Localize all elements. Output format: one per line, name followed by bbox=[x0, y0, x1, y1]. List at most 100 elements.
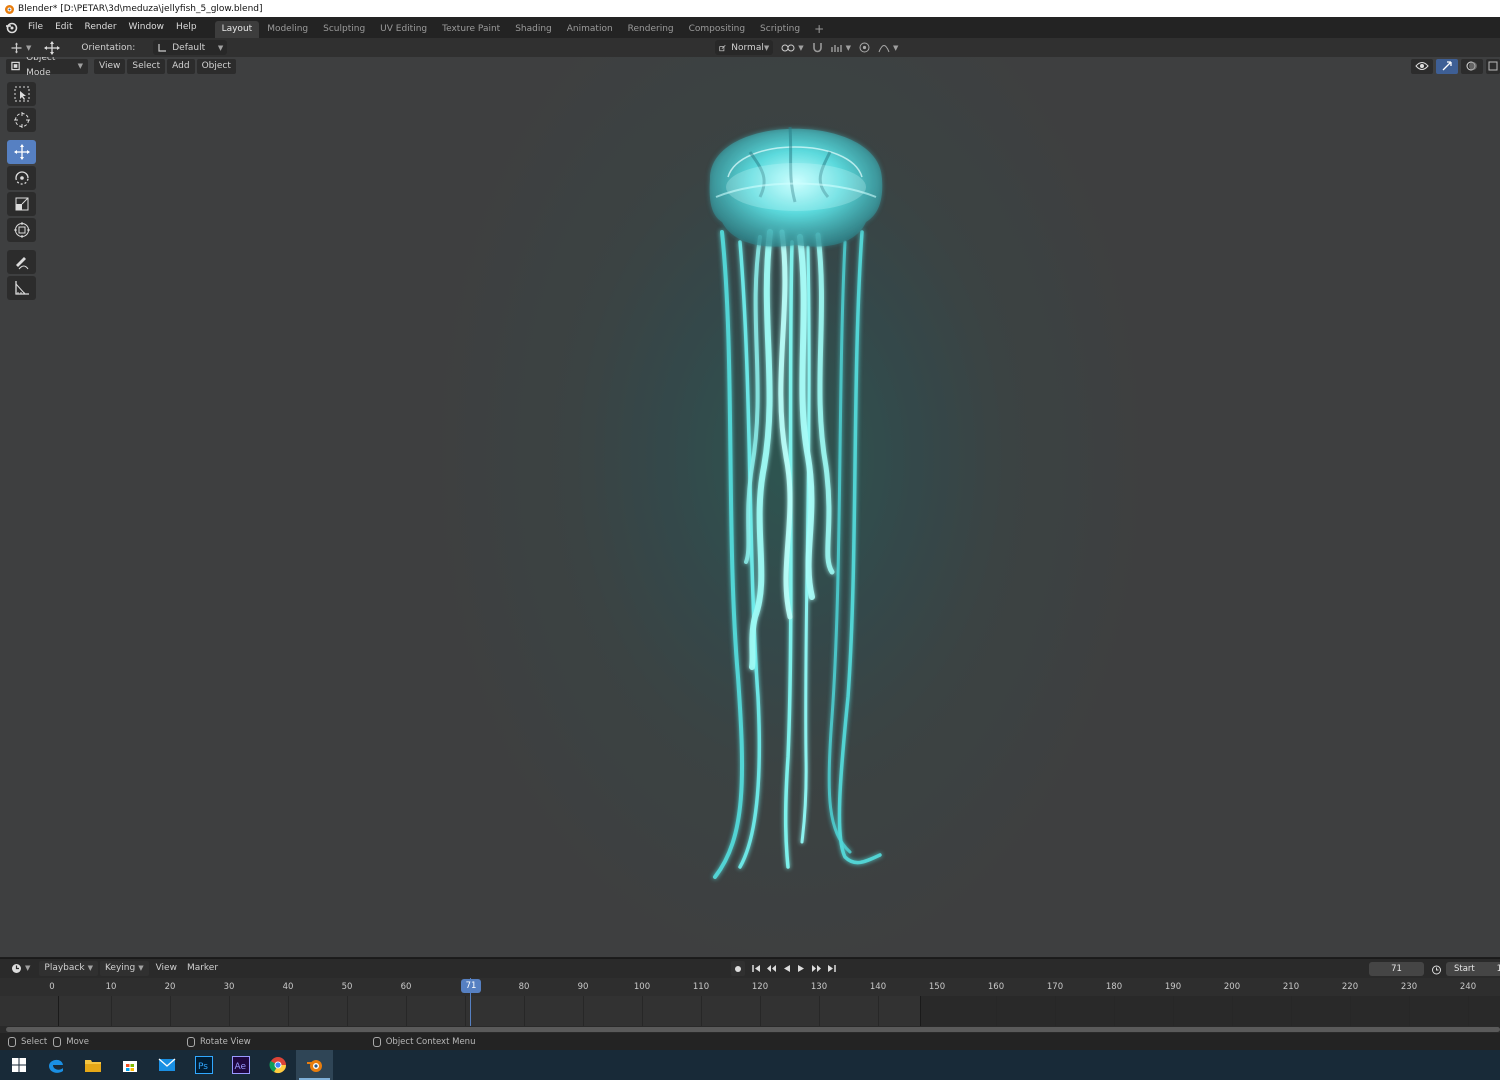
status-context-hint: Object Context Menu bbox=[365, 1036, 476, 1047]
tick-label: 60 bbox=[400, 982, 412, 992]
tick-label: 200 bbox=[1223, 982, 1241, 992]
timeline-menu-marker[interactable]: Marker bbox=[182, 961, 223, 976]
tab-modeling[interactable]: Modeling bbox=[260, 21, 315, 38]
taskbar-after-effects[interactable]: Ae bbox=[222, 1050, 259, 1080]
menu-render[interactable]: Render bbox=[79, 17, 123, 38]
tick-label: 0 bbox=[49, 982, 55, 992]
tick-label: 220 bbox=[1341, 982, 1359, 992]
link-icon bbox=[781, 44, 795, 51]
chevron-down-icon: ▼ bbox=[217, 43, 224, 52]
jump-start-button[interactable] bbox=[749, 961, 764, 976]
tab-uv-editing[interactable]: UV Editing bbox=[373, 21, 434, 38]
playback-label: Playback bbox=[44, 963, 85, 973]
tick-label: 120 bbox=[751, 982, 769, 992]
timeline-menu-keying[interactable]: Keying ▼ bbox=[99, 961, 149, 976]
proportional-edit-toggle[interactable] bbox=[855, 40, 874, 55]
windows-logo-icon bbox=[11, 1058, 26, 1072]
tab-scripting[interactable]: Scripting bbox=[753, 21, 807, 38]
normal-orientation-icon bbox=[719, 44, 726, 51]
play-reverse-button[interactable] bbox=[779, 961, 794, 976]
move-gizmo-button[interactable] bbox=[39, 40, 65, 55]
snap-increment-icon bbox=[831, 44, 842, 52]
jellyfish-render bbox=[709, 126, 883, 879]
frame-ruler[interactable]: 0 10 20 30 40 50 60 80 90 100 110 120 13… bbox=[0, 978, 1500, 996]
falloff-dropdown[interactable]: ▼ bbox=[874, 40, 902, 55]
taskbar-mail[interactable] bbox=[148, 1050, 185, 1080]
add-workspace-button[interactable]: + bbox=[808, 21, 830, 38]
tick-label: 130 bbox=[810, 982, 828, 992]
scrollbar-thumb[interactable] bbox=[6, 1027, 1500, 1032]
record-button[interactable] bbox=[731, 961, 745, 976]
orientation-label: Orientation: bbox=[81, 42, 136, 53]
playhead-frame-badge[interactable]: 71 bbox=[461, 979, 481, 993]
taskbar-store[interactable] bbox=[111, 1050, 148, 1080]
pivot-point-button[interactable]: ▼ bbox=[777, 40, 807, 55]
frame-range-end-line bbox=[920, 996, 921, 1026]
svg-text:Ps: Ps bbox=[198, 1062, 208, 1072]
tab-rendering[interactable]: Rendering bbox=[621, 21, 681, 38]
menu-file[interactable]: File bbox=[22, 17, 49, 38]
stopwatch-icon bbox=[1432, 965, 1441, 974]
chevron-down-icon: ▼ bbox=[26, 43, 32, 52]
orientation-dropdown[interactable]: Default ▼ bbox=[153, 40, 228, 55]
menu-window[interactable]: Window bbox=[123, 17, 171, 38]
menu-help[interactable]: Help bbox=[170, 17, 203, 38]
tab-sculpting[interactable]: Sculpting bbox=[316, 21, 372, 38]
chevron-down-icon: ▼ bbox=[25, 964, 31, 972]
taskbar-file-explorer[interactable] bbox=[74, 1050, 111, 1080]
play-reverse-icon bbox=[784, 965, 790, 972]
taskbar-photoshop[interactable]: Ps bbox=[185, 1050, 222, 1080]
chevron-down-icon: ▼ bbox=[845, 43, 852, 52]
folder-icon bbox=[84, 1060, 101, 1072]
start-frame-field[interactable]: Start 1 bbox=[1446, 962, 1500, 976]
taskbar-blender[interactable] bbox=[296, 1050, 333, 1080]
play-icon bbox=[798, 965, 804, 972]
pivot-dropdown[interactable]: Normal ▼ bbox=[715, 40, 774, 55]
chevron-down-icon: ▼ bbox=[138, 964, 144, 972]
falloff-curve-icon bbox=[878, 44, 890, 52]
menu-edit[interactable]: Edit bbox=[49, 17, 78, 38]
prev-keyframe-button[interactable] bbox=[764, 961, 779, 976]
tab-compositing[interactable]: Compositing bbox=[682, 21, 752, 38]
snap-toggle[interactable] bbox=[808, 40, 827, 55]
snap-target-dropdown[interactable]: ▼ bbox=[827, 40, 855, 55]
status-select-label: Select bbox=[21, 1036, 48, 1047]
chevron-down-icon: ▼ bbox=[87, 964, 93, 972]
start-button[interactable] bbox=[0, 1050, 37, 1080]
mouse-middle-icon bbox=[187, 1036, 196, 1047]
prev-keyframe-icon bbox=[767, 965, 776, 972]
tab-shading[interactable]: Shading bbox=[508, 21, 559, 38]
editor-type-dropdown[interactable]: ▼ bbox=[6, 961, 35, 976]
timeline-scrollbar[interactable] bbox=[0, 1026, 1500, 1033]
chevron-down-icon: ▼ bbox=[893, 43, 899, 52]
jump-end-button[interactable] bbox=[824, 961, 839, 976]
status-context-label: Object Context Menu bbox=[385, 1036, 476, 1047]
blender-menu-icon[interactable] bbox=[0, 17, 22, 38]
taskbar-chrome[interactable] bbox=[259, 1050, 296, 1080]
timeline-menu-playback[interactable]: Playback ▼ bbox=[39, 961, 98, 976]
current-frame-field[interactable]: 71 bbox=[1369, 962, 1424, 976]
timeline-track-area[interactable] bbox=[0, 996, 1500, 1026]
top-menu-bar: File Edit Render Window Help Layout Mode… bbox=[0, 17, 1500, 38]
tick-label: 170 bbox=[1046, 982, 1064, 992]
tab-animation[interactable]: Animation bbox=[560, 21, 620, 38]
frame-range-start-line bbox=[58, 996, 59, 1026]
move-arrows-icon bbox=[44, 40, 61, 55]
next-keyframe-button[interactable] bbox=[809, 961, 824, 976]
status-rotate-label: Rotate View bbox=[200, 1036, 251, 1047]
3d-viewport[interactable]: Object Mode ▼ View Select Add Object bbox=[0, 57, 1500, 957]
tab-layout[interactable]: Layout bbox=[214, 21, 260, 38]
tool-settings-header: ▼ Orientation: Default ▼ Normal ▼ ▼ ▼ ▼ bbox=[0, 38, 1500, 57]
transform-tool-icon bbox=[11, 42, 22, 53]
tick-label: 90 bbox=[577, 982, 589, 992]
tick-label: 20 bbox=[164, 982, 176, 992]
taskbar-edge[interactable] bbox=[37, 1050, 74, 1080]
play-button[interactable] bbox=[794, 961, 809, 976]
title-bar: Blender* [D:\PETAR\3d\meduza\jellyfish_5… bbox=[0, 0, 1500, 17]
tick-label: 210 bbox=[1282, 982, 1300, 992]
tab-texture-paint[interactable]: Texture Paint bbox=[435, 21, 507, 38]
timeline-menu-view[interactable]: View bbox=[151, 961, 182, 976]
svg-text:Ae: Ae bbox=[234, 1062, 246, 1072]
preview-range-toggle[interactable] bbox=[1430, 962, 1443, 976]
tool-options-button[interactable]: ▼ bbox=[6, 40, 35, 55]
